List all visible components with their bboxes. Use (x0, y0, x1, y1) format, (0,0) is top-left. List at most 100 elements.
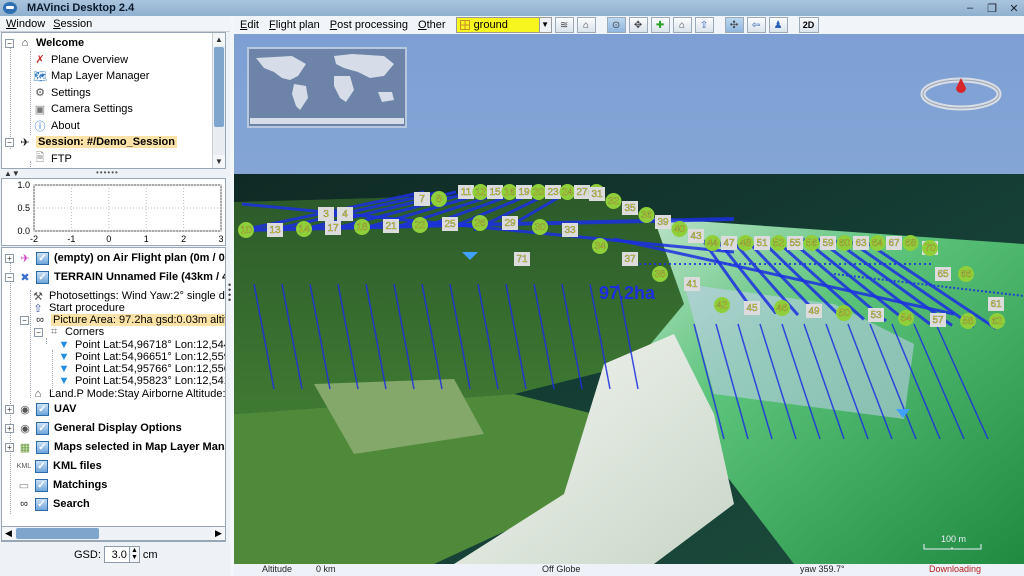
session-tree-item[interactable]: ⓘ About (32, 118, 80, 134)
minimize-button[interactable]: – (964, 2, 976, 14)
waypoint-marker[interactable]: 7 (414, 192, 430, 206)
waypoint-marker[interactable]: 71 (514, 252, 530, 266)
move-mode-icon[interactable]: ✥ (628, 17, 648, 33)
hscroll-thumb[interactable] (16, 528, 99, 539)
gsd-spinner[interactable]: ▲ ▼ (128, 546, 140, 563)
session-tree-item[interactable]: ▣ Camera Settings (32, 101, 133, 117)
tree-expander[interactable]: + (5, 423, 14, 433)
waypoint-marker[interactable]: 21 (383, 219, 399, 233)
menu-flight-plan[interactable]: Flight plan (269, 19, 320, 31)
layer-tree-item[interactable]: ⌂ Land.P Mode:Stay Airborne Altitude:100m (30, 386, 225, 402)
waypoint-marker[interactable]: 47 (721, 236, 737, 250)
waypoint-marker[interactable]: 34 (592, 238, 608, 254)
arrow-left-icon[interactable]: ⇦ (746, 17, 766, 33)
waypoint-marker[interactable]: 57 (930, 313, 946, 327)
waypoint-marker[interactable]: 45 (744, 301, 760, 315)
waypoint-marker[interactable]: 26 (472, 215, 488, 231)
view-2d-button[interactable]: 2D (798, 17, 819, 33)
waypoint-marker[interactable]: 23 (545, 185, 561, 199)
waypoint-marker[interactable]: 14 (296, 221, 312, 237)
waypoint-marker[interactable]: 70 (922, 240, 938, 256)
waypoint-marker[interactable]: 19 (516, 185, 532, 199)
layer-selector-value[interactable]: ground (455, 17, 540, 33)
menu-edit[interactable]: Edit (240, 19, 259, 31)
waypoint-marker[interactable]: 16 (501, 184, 518, 200)
waypoint-marker[interactable]: 13 (267, 223, 283, 237)
tree-expander[interactable]: + (5, 404, 14, 414)
waypoint-marker[interactable]: 66 (958, 266, 974, 282)
tree-expander[interactable]: + (5, 442, 14, 452)
waypoint-marker[interactable]: 31 (589, 187, 605, 201)
pan-icon[interactable]: ✣ (724, 17, 744, 33)
session-tree-scrollbar[interactable]: ▲ ▼ (212, 33, 225, 168)
waypoint-marker[interactable]: 44 (704, 235, 721, 251)
close-button[interactable]: ✕ (1008, 2, 1020, 15)
arrow-up-icon[interactable]: ⇧ (694, 17, 714, 33)
menu-post-processing[interactable]: Post processing (330, 19, 408, 31)
session-tree-item[interactable]: 🗎 FTP (32, 151, 72, 167)
scroll-right-button[interactable]: ▶ (212, 527, 225, 540)
layer-tree-item[interactable]: −✖ ✓ TERRAIN Unnamed File (43km / 46:55 / … (5, 269, 225, 285)
layer-tree-item[interactable]: + ◉ ✓ UAV (5, 401, 76, 417)
waypoint-marker[interactable]: 42 (714, 297, 730, 313)
waypoint-marker[interactable]: 54 (898, 310, 914, 326)
layer-tree-item[interactable]: + ▦ ✓ Maps selected in Map Layer Manager (5, 439, 225, 455)
tree-expander[interactable]: + (5, 253, 14, 263)
visibility-checkbox[interactable]: ✓ (36, 270, 49, 284)
world-minimap[interactable] (247, 47, 407, 128)
waypoint-marker[interactable]: 48 (737, 235, 754, 251)
tree-expander[interactable]: − (20, 315, 29, 325)
splitter-arrows[interactable]: ▲▼ (4, 169, 20, 178)
waypoint-marker[interactable]: 18 (354, 219, 370, 235)
layer-tree-item[interactable]: ∞ ✓ Search (16, 496, 90, 512)
panel-splitter[interactable]: ▲▼ •••••• (0, 168, 228, 178)
session-tree-item[interactable]: ✗ Plane Overview (32, 52, 128, 68)
waypoint-marker[interactable]: 30 (532, 219, 548, 235)
person-icon[interactable]: ♟ (768, 17, 788, 33)
visibility-checkbox[interactable]: ✓ (35, 497, 48, 511)
waypoint-marker[interactable]: 11 (458, 185, 474, 199)
wifi-icon[interactable]: ≋ (554, 17, 574, 33)
waypoint-marker[interactable]: 64 (869, 235, 886, 251)
scroll-thumb[interactable] (214, 47, 224, 127)
layer-tree-item[interactable]: ▭ ✓ Matchings (16, 477, 107, 493)
splitter-grip[interactable]: •••••• (96, 168, 119, 177)
waypoint-marker[interactable]: 3 (318, 207, 334, 221)
waypoint-marker[interactable]: 68 (902, 235, 919, 251)
menu-window[interactable]: Window (6, 18, 45, 30)
waypoint-marker[interactable]: 55 (787, 236, 803, 250)
layer-tree-item[interactable]: + ✈ ✓ (empty) on Air Flight plan (0m / 0:00… (5, 250, 225, 266)
home-set-icon[interactable]: ⌂ (576, 17, 596, 33)
waypoint-marker[interactable]: 52 (770, 235, 787, 251)
visibility-checkbox[interactable]: ✓ (36, 402, 49, 416)
waypoint-marker[interactable]: 36 (638, 207, 655, 223)
waypoint-marker[interactable]: 67 (886, 236, 902, 250)
chevron-down-icon[interactable]: ▼ (539, 17, 552, 33)
waypoint-marker[interactable]: 33 (562, 223, 578, 237)
session-tree-item[interactable]: ⚙ Settings (32, 85, 91, 101)
waypoint-marker[interactable]: 65 (935, 267, 951, 281)
restore-button[interactable]: ❐ (986, 2, 998, 15)
waypoint-marker[interactable]: 20 (530, 184, 547, 200)
visibility-checkbox[interactable]: ✓ (36, 421, 49, 435)
waypoint-marker[interactable]: 62 (989, 313, 1005, 329)
add-point-icon[interactable]: ✚ (650, 17, 670, 33)
waypoint-marker[interactable]: 24 (559, 184, 576, 200)
waypoint-marker[interactable]: 10 (238, 222, 254, 238)
tree-expander[interactable]: − (5, 137, 14, 147)
waypoint-marker[interactable]: 53 (868, 308, 884, 322)
waypoint-marker[interactable]: 60 (836, 235, 853, 251)
visibility-checkbox[interactable]: ✓ (36, 440, 49, 454)
session-tree-item[interactable]: − ✈ Session: #/Demo_Session (5, 134, 177, 150)
waypoint-marker[interactable]: 8 (431, 191, 447, 207)
waypoint-marker[interactable]: 46 (774, 300, 790, 316)
layer-tree-item[interactable]: + ◉ ✓ General Display Options (5, 420, 182, 436)
waypoint-marker[interactable]: 40 (671, 221, 688, 237)
visibility-checkbox[interactable]: ✓ (35, 478, 48, 492)
waypoint-marker[interactable]: 17 (325, 221, 341, 235)
waypoint-marker[interactable]: 37 (622, 252, 638, 266)
waypoint-marker[interactable]: 35 (622, 201, 638, 215)
tree-expander[interactable]: − (34, 327, 43, 337)
select-mode-icon[interactable]: ⊙ (606, 17, 626, 33)
waypoint-marker[interactable]: 15 (487, 185, 503, 199)
